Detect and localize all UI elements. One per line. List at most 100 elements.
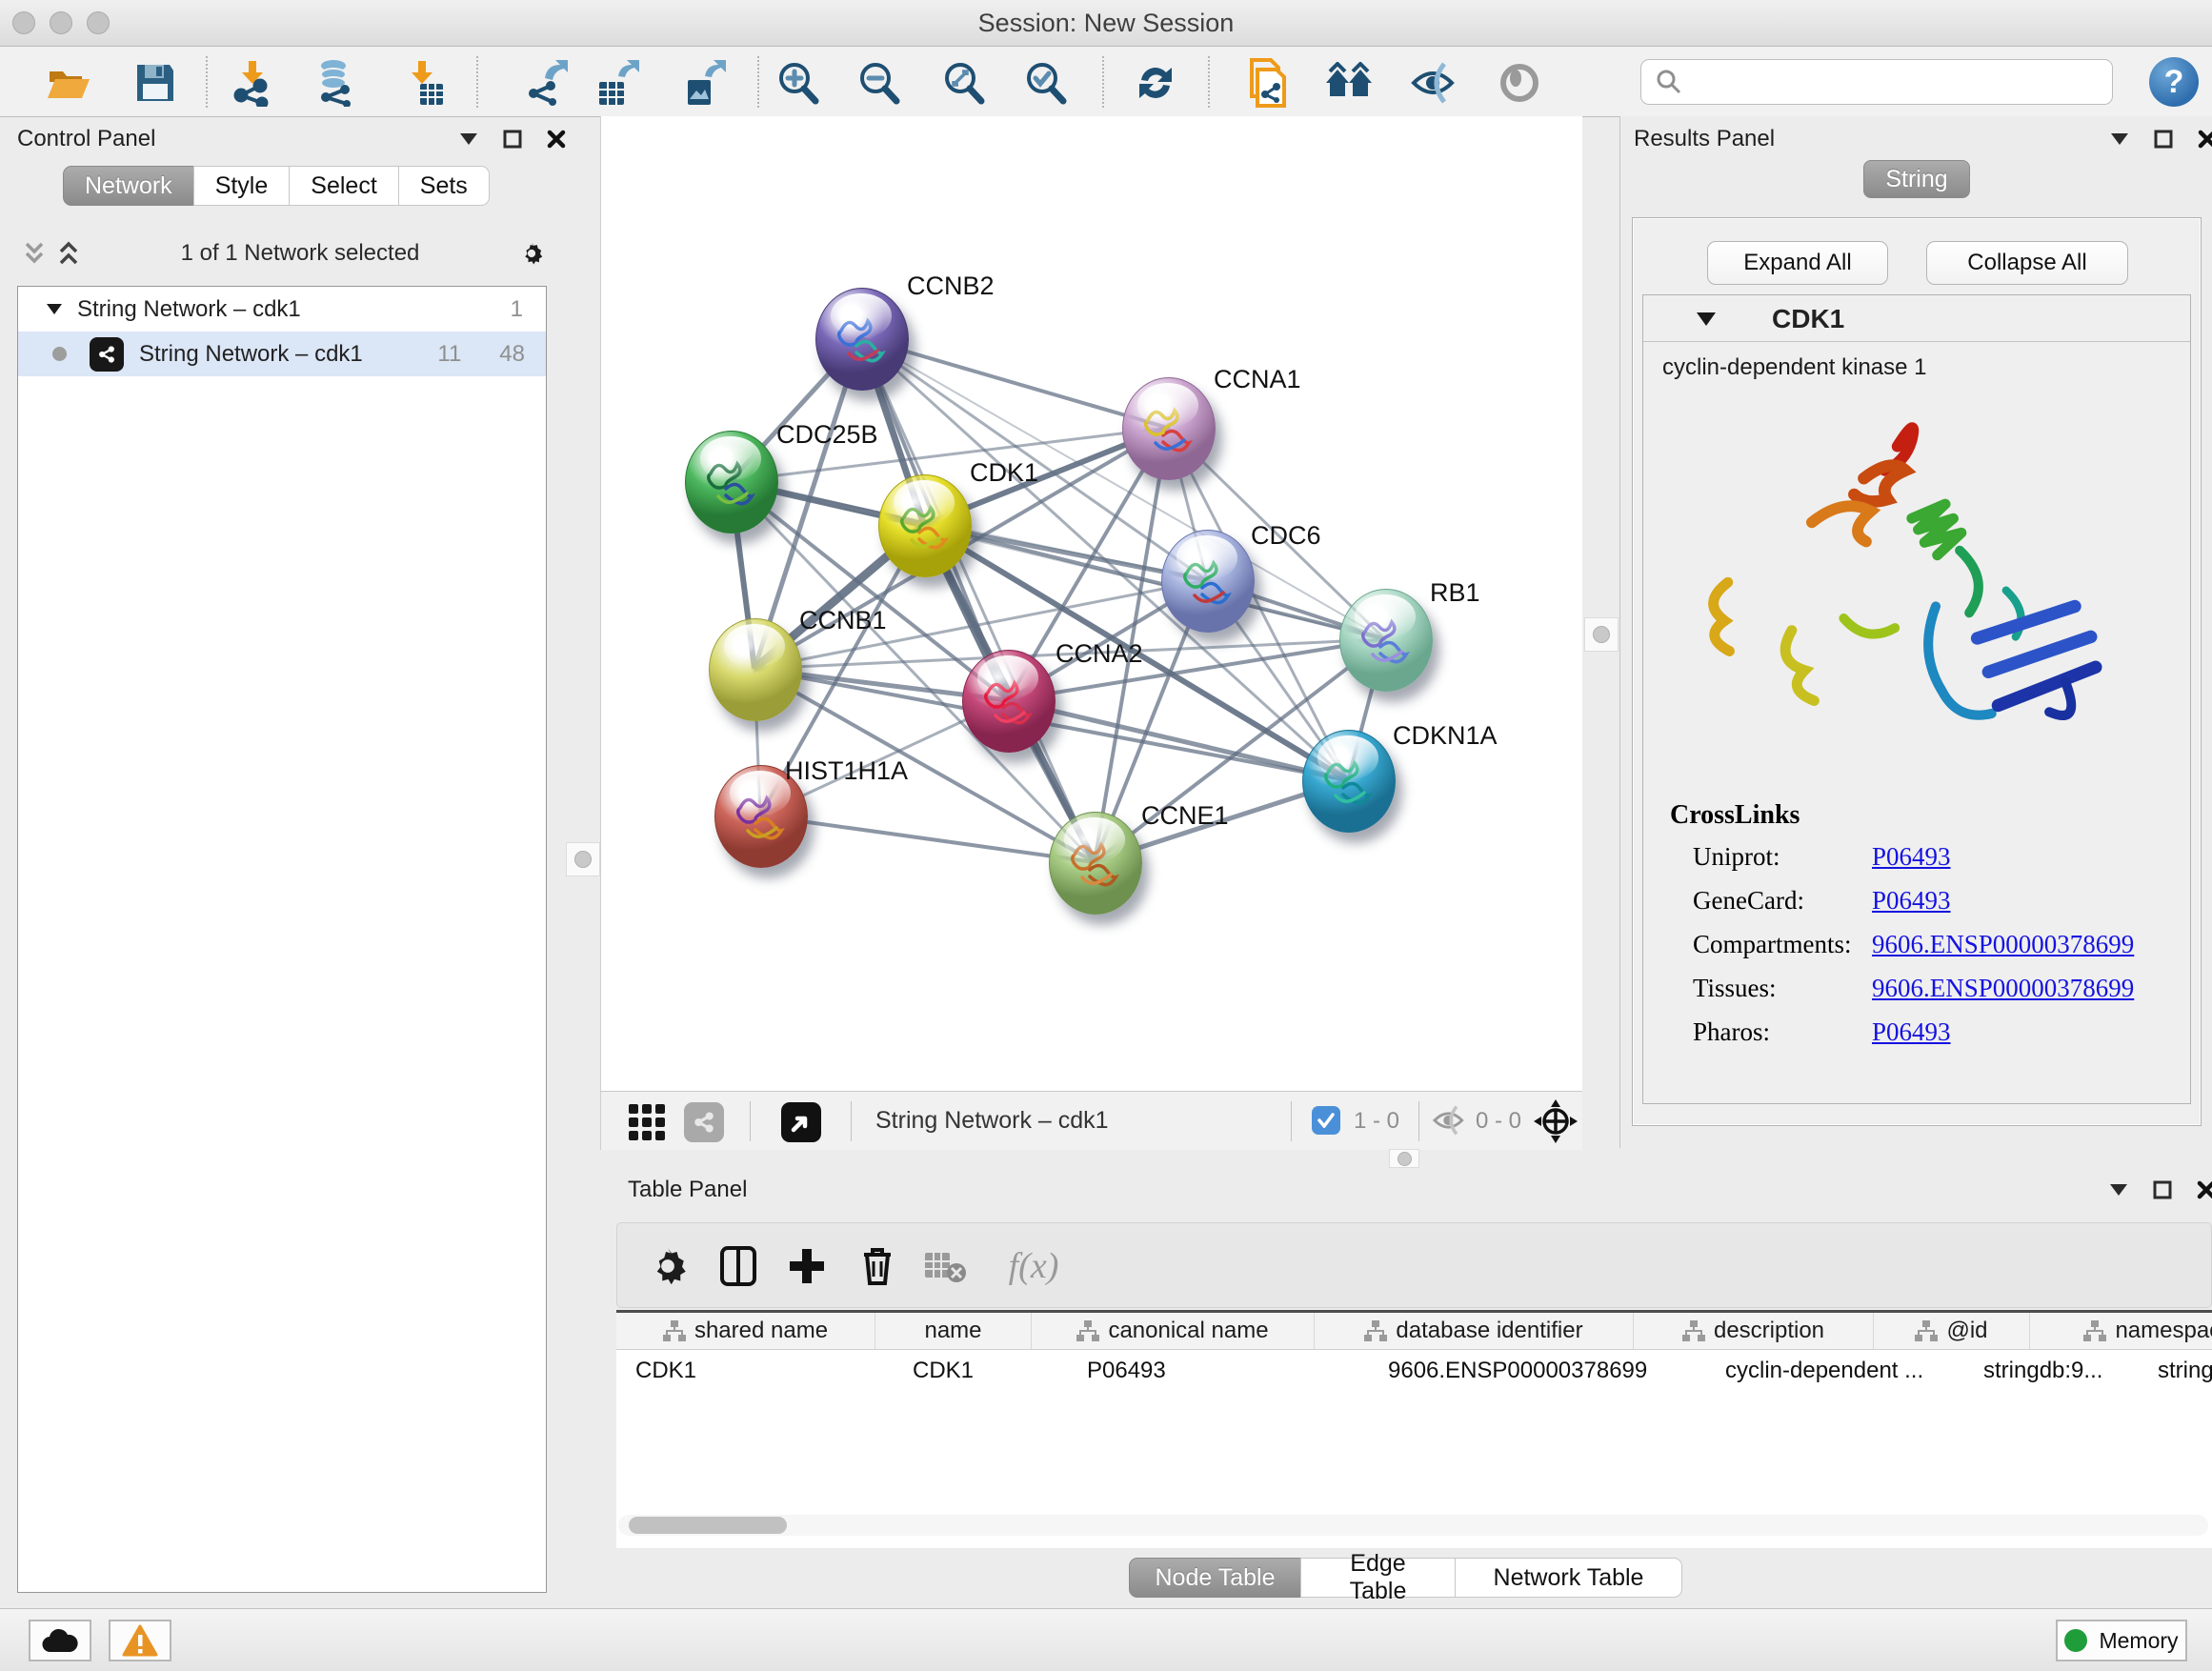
zoom-selected-button[interactable] xyxy=(1021,60,1071,106)
table-panel-float-icon[interactable] xyxy=(2151,1178,2174,1201)
zoom-in-button[interactable] xyxy=(774,60,823,106)
import-table-button[interactable] xyxy=(397,60,447,106)
network-node-ccnb2[interactable] xyxy=(815,288,909,391)
birdseye-grid-button[interactable] xyxy=(622,1099,672,1145)
cell-id[interactable]: stringdb:9... xyxy=(1964,1350,2139,1392)
open-session-button[interactable] xyxy=(44,60,93,106)
collapse-all-button[interactable]: Collapse All xyxy=(1926,241,2128,285)
cell-database-identifier[interactable]: 9606.ENSP00000378699 xyxy=(1369,1350,1706,1392)
cell-description[interactable]: cyclin-dependent ... xyxy=(1706,1350,1964,1392)
tab-network[interactable]: Network xyxy=(63,166,194,206)
zoom-out-button[interactable] xyxy=(855,60,904,106)
string-document-button[interactable] xyxy=(1242,60,1292,106)
tab-network-table[interactable]: Network Table xyxy=(1455,1558,1682,1598)
column-header-database-identifier[interactable]: database identifier xyxy=(1315,1313,1634,1349)
export-table-button[interactable] xyxy=(592,60,641,106)
network-node-ccne1[interactable] xyxy=(1049,812,1142,915)
bottom-splitter-handle[interactable] xyxy=(1389,1149,1419,1168)
function-builder-button[interactable]: f(x) xyxy=(991,1240,1076,1292)
tab-style[interactable]: Style xyxy=(193,166,291,206)
network-options-gear-icon[interactable] xyxy=(520,242,543,265)
results-panel-float-icon[interactable] xyxy=(2152,128,2175,151)
results-panel-menu-icon[interactable] xyxy=(2108,128,2131,151)
node-label-rb1: RB1 xyxy=(1430,578,1480,608)
node-label-ccnb1: CCNB1 xyxy=(799,606,887,635)
left-splitter-handle[interactable] xyxy=(566,842,600,876)
zoom-fit-button[interactable] xyxy=(939,60,989,106)
string-view-badge-button[interactable] xyxy=(679,1099,729,1145)
delete-column-trash-icon[interactable] xyxy=(852,1240,903,1292)
crosslink-compartments-link[interactable]: 9606.ENSP00000378699 xyxy=(1872,930,2134,962)
column-header-id[interactable]: @id xyxy=(1874,1313,2030,1349)
cell-canonical-name[interactable]: P06493 xyxy=(1068,1350,1369,1392)
tab-edge-table[interactable]: Edge Table xyxy=(1300,1558,1456,1598)
warning-button[interactable] xyxy=(109,1620,171,1661)
cell-namespace[interactable]: stringdb xyxy=(2139,1350,2212,1392)
network-node-cdc25b[interactable] xyxy=(685,431,778,534)
show-eye-button[interactable] xyxy=(1495,60,1544,106)
home-networks-button[interactable] xyxy=(1324,60,1374,106)
collapse-all-icon[interactable] xyxy=(23,242,46,265)
delete-table-icon[interactable] xyxy=(920,1240,972,1292)
tab-sets[interactable]: Sets xyxy=(398,166,490,206)
table-settings-gear-icon[interactable] xyxy=(642,1240,694,1292)
network-node-cdkn1a[interactable] xyxy=(1302,730,1396,833)
network-canvas[interactable]: CCNB2CCNA1CDC25BCDK1CDC6RB1CCNB1CCNA2CDK… xyxy=(600,116,1582,1091)
export-network-button[interactable] xyxy=(520,60,570,106)
crosslink-genecard-link[interactable]: P06493 xyxy=(1872,886,1951,918)
table-horizontal-scrollbar[interactable] xyxy=(618,1515,2208,1536)
crosslink-pharos-link[interactable]: P06493 xyxy=(1872,1017,1951,1050)
network-collection-row[interactable]: String Network – cdk1 1 xyxy=(18,287,546,332)
network-node-ccnb1[interactable] xyxy=(709,618,802,721)
control-panel-float-icon[interactable] xyxy=(501,128,524,151)
column-header-shared-name[interactable]: shared name xyxy=(616,1313,875,1349)
help-button[interactable]: ? xyxy=(2149,57,2199,107)
column-header-name[interactable]: name xyxy=(875,1313,1032,1349)
open-in-window-button[interactable] xyxy=(776,1099,826,1145)
crosslink-uniprot-link[interactable]: P06493 xyxy=(1872,842,1951,875)
column-header-description[interactable]: description xyxy=(1634,1313,1874,1349)
crosshair-move-button[interactable] xyxy=(1531,1098,1580,1144)
control-panel-menu-icon[interactable] xyxy=(457,128,480,151)
memory-button[interactable]: Memory xyxy=(2056,1620,2187,1661)
selected-checkbox[interactable] xyxy=(1312,1106,1340,1135)
save-session-button[interactable] xyxy=(131,60,180,106)
tab-node-table[interactable]: Node Table xyxy=(1129,1558,1301,1598)
table-panel-close-icon[interactable] xyxy=(2195,1178,2212,1201)
split-columns-icon[interactable] xyxy=(713,1240,764,1292)
network-node-rb1[interactable] xyxy=(1339,589,1433,692)
hidden-eye-icon[interactable] xyxy=(1432,1105,1466,1140)
refresh-button[interactable] xyxy=(1131,60,1180,106)
expand-all-icon[interactable] xyxy=(57,242,80,265)
control-panel-close-icon[interactable] xyxy=(545,128,568,151)
crosslink-tissues-link[interactable]: 9606.ENSP00000378699 xyxy=(1872,974,2134,1006)
network-node-ccna2[interactable] xyxy=(962,650,1056,753)
import-network-button[interactable] xyxy=(228,60,277,106)
export-image-button[interactable] xyxy=(678,60,728,106)
cloud-button[interactable] xyxy=(29,1620,91,1661)
results-panel-close-icon[interactable] xyxy=(2196,128,2212,151)
cell-name[interactable]: CDK1 xyxy=(894,1350,1068,1392)
tab-string[interactable]: String xyxy=(1863,160,1970,198)
network-node-cdc6[interactable] xyxy=(1161,530,1255,633)
network-edge[interactable] xyxy=(1008,700,1348,780)
table-panel-menu-icon[interactable] xyxy=(2107,1178,2130,1201)
hide-panel-button[interactable] xyxy=(1409,60,1458,106)
search-input[interactable] xyxy=(1691,62,2112,102)
tab-select[interactable]: Select xyxy=(289,166,398,206)
expand-all-button[interactable]: Expand All xyxy=(1707,241,1888,285)
network-node-ccna1[interactable] xyxy=(1122,377,1216,480)
cell-shared-name[interactable]: CDK1 xyxy=(616,1350,894,1392)
column-header-namespace[interactable]: namespace xyxy=(2030,1313,2212,1349)
crosslink-label: Tissues: xyxy=(1693,974,1872,1006)
scrollbar-thumb[interactable] xyxy=(629,1517,787,1534)
add-column-icon[interactable] xyxy=(781,1240,833,1292)
network-row-selected[interactable]: String Network – cdk1 11 48 xyxy=(18,332,546,376)
import-database-button[interactable] xyxy=(311,60,360,106)
table-row[interactable]: CDK1 CDK1 P06493 9606.ENSP00000378699 cy… xyxy=(616,1350,2212,1392)
right-splitter-handle[interactable] xyxy=(1584,617,1619,652)
gene-section-header[interactable]: CDK1 xyxy=(1643,295,2190,342)
network-node-cdk1[interactable] xyxy=(878,474,972,577)
column-header-canonical-name[interactable]: canonical name xyxy=(1032,1313,1315,1349)
network-edge[interactable] xyxy=(760,815,1095,862)
